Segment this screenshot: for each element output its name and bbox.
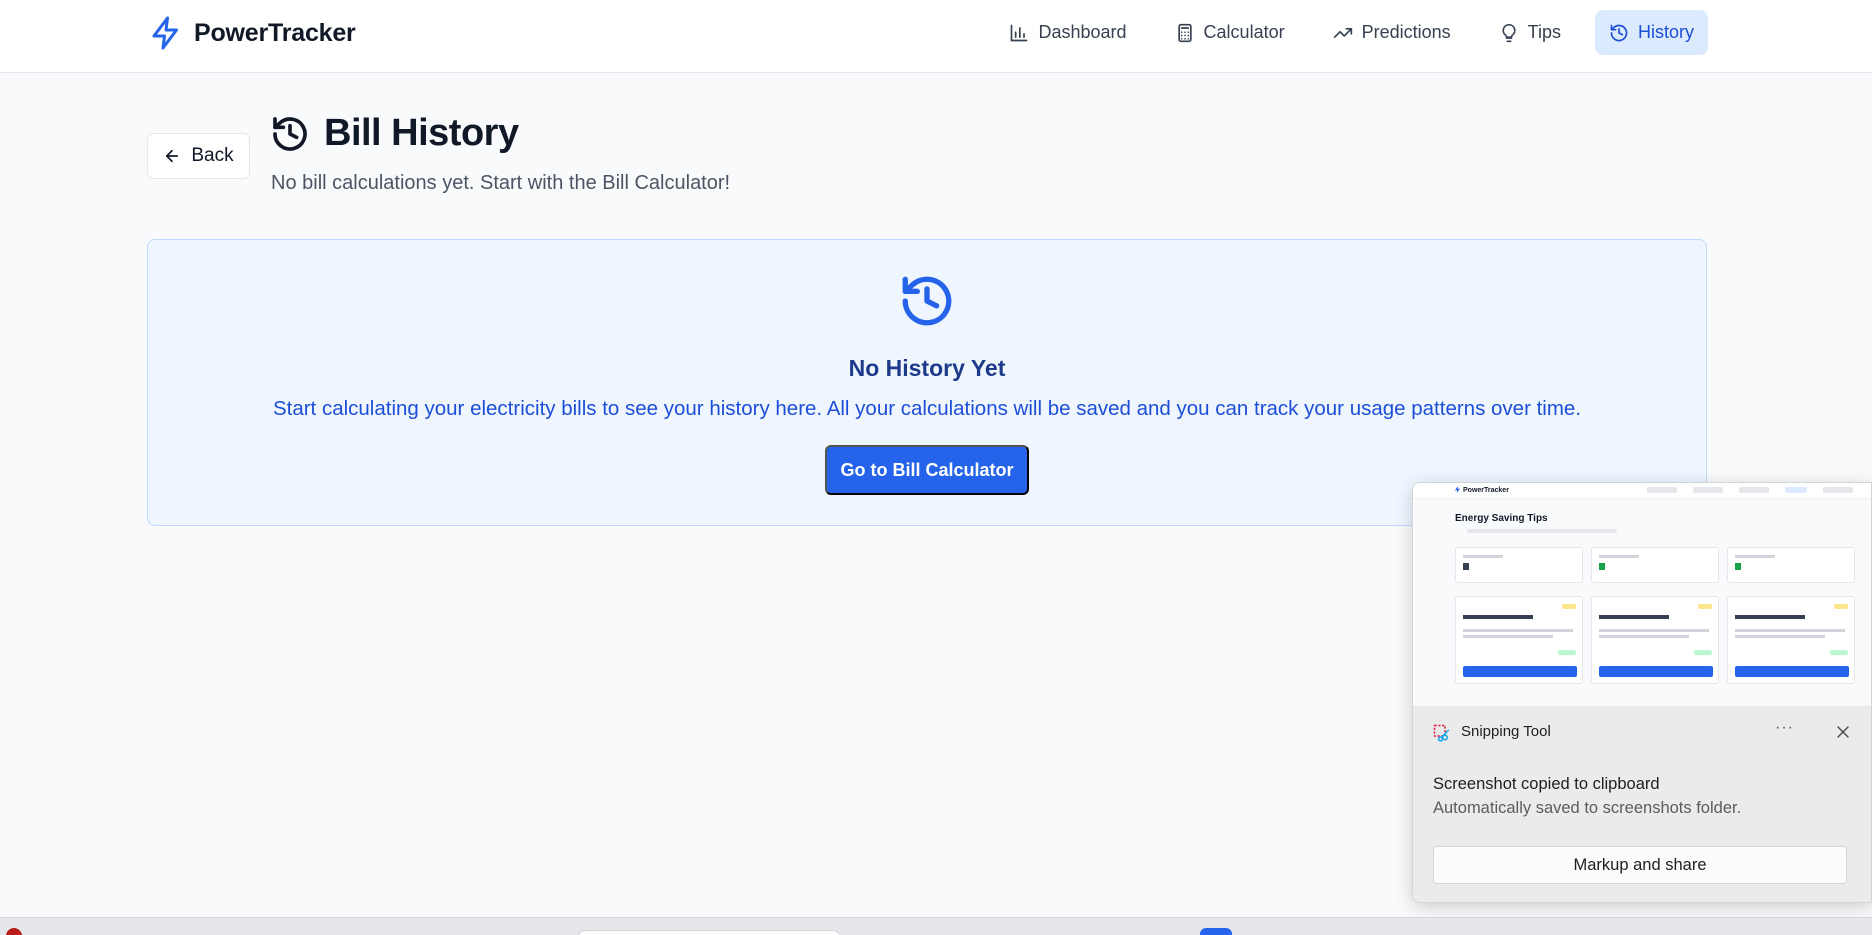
nav-item-predictions[interactable]: Predictions xyxy=(1319,10,1465,55)
main-nav: Dashboard Calculator Predictions Tips Hi… xyxy=(995,10,1708,55)
empty-state-title: No History Yet xyxy=(848,355,1006,381)
page-title-text: Bill History xyxy=(324,112,519,154)
lightbulb-icon xyxy=(1502,23,1516,42)
brand-name: PowerTracker xyxy=(194,18,356,47)
markup-and-share-button[interactable]: Markup and share xyxy=(1433,846,1847,884)
bar-chart-icon xyxy=(1011,24,1028,41)
preview-stat-card xyxy=(1455,547,1583,583)
snipping-tool-notification[interactable]: PowerTracker Energy Saving Tips Snipping… xyxy=(1412,482,1872,903)
taskbar-badge[interactable] xyxy=(1200,928,1232,935)
calculator-icon xyxy=(1177,23,1192,42)
nav-item-history[interactable]: History xyxy=(1594,10,1708,55)
snipping-tool-body: Screenshot copied to clipboard Automatic… xyxy=(1413,761,1871,902)
preview-tip-card xyxy=(1591,596,1719,684)
notification-message: Screenshot copied to clipboard xyxy=(1433,775,1660,793)
history-icon xyxy=(902,276,952,326)
preview-subtitle xyxy=(1467,529,1617,533)
nav-item-dashboard[interactable]: Dashboard xyxy=(995,10,1140,55)
back-label: Back xyxy=(191,145,234,166)
taskbar-search[interactable] xyxy=(576,930,842,935)
nav-item-calculator[interactable]: Calculator xyxy=(1161,10,1299,55)
trending-up-icon xyxy=(1333,27,1352,38)
brand-logo[interactable]: PowerTracker xyxy=(148,14,356,52)
taskbar-app-icon[interactable] xyxy=(6,928,22,935)
preview-stat-card xyxy=(1727,547,1855,583)
history-icon xyxy=(273,116,307,151)
snipping-tool-header: Snipping Tool ··· xyxy=(1413,707,1871,761)
lightning-bolt-icon xyxy=(152,16,178,50)
go-to-calculator-button[interactable]: Go to Bill Calculator xyxy=(825,445,1029,495)
nav-label: History xyxy=(1637,22,1694,42)
preview-nav-item xyxy=(1739,487,1769,493)
empty-state-description: Start calculating your electricity bills… xyxy=(272,397,1582,420)
preview-nav-item xyxy=(1647,487,1677,493)
nav-item-tips[interactable]: Tips xyxy=(1485,10,1575,55)
nav-label: Calculator xyxy=(1203,22,1285,42)
nav-label: Predictions xyxy=(1361,22,1451,42)
screenshot-preview[interactable]: PowerTracker Energy Saving Tips xyxy=(1413,483,1871,707)
preview-nav-item xyxy=(1785,487,1807,493)
preview-nav xyxy=(1647,487,1853,493)
nav-label: Dashboard xyxy=(1038,22,1127,42)
close-icon[interactable] xyxy=(1833,722,1853,742)
nav-label: Tips xyxy=(1527,22,1561,42)
preview-tip-card xyxy=(1455,596,1583,684)
more-options-icon[interactable]: ··· xyxy=(1775,719,1794,737)
page-subtitle: No bill calculations yet. Start with the… xyxy=(271,172,731,194)
page-title: Bill History xyxy=(270,112,519,155)
preview-nav-item xyxy=(1823,487,1853,493)
history-icon xyxy=(1610,24,1628,41)
preview-nav-item xyxy=(1693,487,1723,493)
top-navbar: PowerTracker Dashboard Calculator Predic… xyxy=(0,0,1872,73)
preview-title: Energy Saving Tips xyxy=(1455,513,1548,524)
preview-navbar: PowerTracker xyxy=(1413,483,1871,499)
taskbar xyxy=(0,917,1872,935)
preview-brand: PowerTracker xyxy=(1455,486,1509,494)
back-button[interactable]: Back xyxy=(147,133,250,179)
arrow-left-icon xyxy=(166,149,179,163)
notification-detail: Automatically saved to screenshots folde… xyxy=(1433,799,1742,817)
snipping-tool-name: Snipping Tool xyxy=(1461,723,1551,740)
preview-stat-card xyxy=(1591,547,1719,583)
snipping-tool-icon xyxy=(1433,724,1450,742)
preview-tip-card xyxy=(1727,596,1855,684)
